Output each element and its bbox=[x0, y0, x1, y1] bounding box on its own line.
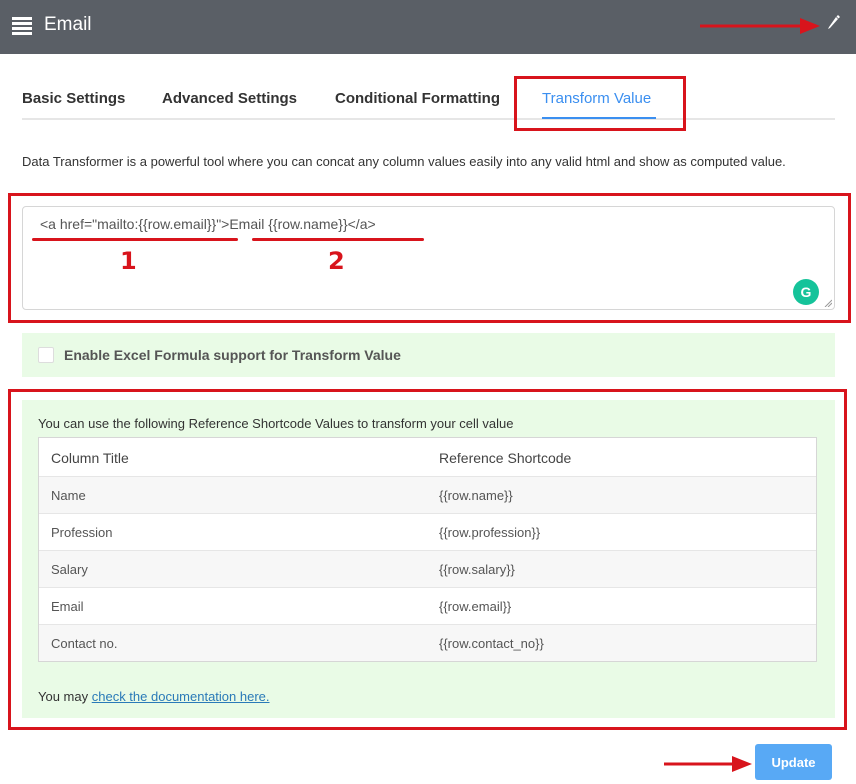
shortcode-cell: {{row.name}} bbox=[439, 488, 513, 503]
excel-formula-option: Enable Excel Formula support for Transfo… bbox=[22, 333, 835, 377]
table-row: Name {{row.name}} bbox=[39, 476, 816, 513]
column-title-cell: Contact no. bbox=[51, 636, 118, 651]
active-tab-indicator bbox=[542, 117, 656, 119]
transform-value-textarea[interactable]: <a href="mailto:{{row.email}}">Email {{r… bbox=[22, 206, 835, 310]
settings-tabs: Basic Settings Advanced Settings Conditi… bbox=[22, 74, 835, 120]
column-title-cell: Email bbox=[51, 599, 84, 614]
annotation-underline-2 bbox=[252, 238, 424, 241]
shortcode-cell: {{row.salary}} bbox=[439, 562, 515, 577]
tab-basic-settings[interactable]: Basic Settings bbox=[22, 90, 125, 107]
column-title-cell: Profession bbox=[51, 525, 113, 540]
tab-transform-value[interactable]: Transform Value bbox=[542, 90, 651, 107]
shortcode-intro: You can use the following Reference Shor… bbox=[38, 416, 514, 431]
transform-value-text[interactable]: <a href="mailto:{{row.email}}">Email {{r… bbox=[40, 216, 376, 232]
annotation-arrow-icon bbox=[664, 756, 752, 772]
resize-handle-icon[interactable] bbox=[824, 299, 832, 307]
column-header-shortcode: Reference Shortcode bbox=[439, 450, 572, 466]
documentation-note: You may check the documentation here. bbox=[38, 689, 270, 704]
annotation-underline-1 bbox=[32, 238, 238, 241]
annotation-number-1: 1 bbox=[120, 247, 137, 275]
shortcode-cell: {{row.contact_no}} bbox=[439, 636, 544, 651]
table-row: Email {{row.email}} bbox=[39, 587, 816, 624]
table-row: Profession {{row.profession}} bbox=[39, 513, 816, 550]
annotation-number-2: 2 bbox=[328, 247, 345, 275]
page-title: Email bbox=[44, 14, 92, 35]
tab-conditional-formatting[interactable]: Conditional Formatting bbox=[335, 90, 500, 107]
shortcode-reference-panel: You can use the following Reference Shor… bbox=[22, 400, 835, 718]
tab-advanced-settings[interactable]: Advanced Settings bbox=[162, 90, 297, 107]
table-header-row: Column Title Reference Shortcode bbox=[39, 438, 816, 476]
shortcode-cell: {{row.profession}} bbox=[439, 525, 541, 540]
documentation-link[interactable]: check the documentation here. bbox=[92, 689, 270, 704]
table-row: Salary {{row.salary}} bbox=[39, 550, 816, 587]
column-header-title: Column Title bbox=[51, 450, 129, 466]
menu-icon[interactable] bbox=[12, 17, 32, 35]
excel-formula-checkbox[interactable] bbox=[38, 347, 54, 363]
grammarly-icon[interactable]: G bbox=[793, 279, 819, 305]
shortcode-cell: {{row.email}} bbox=[439, 599, 512, 614]
shortcode-table: Column Title Reference Shortcode Name {{… bbox=[38, 437, 817, 662]
column-title-cell: Name bbox=[51, 488, 86, 503]
transformer-description: Data Transformer is a powerful tool wher… bbox=[22, 154, 786, 169]
column-title-cell: Salary bbox=[51, 562, 88, 577]
table-row: Contact no. {{row.contact_no}} bbox=[39, 624, 816, 661]
excel-formula-label[interactable]: Enable Excel Formula support for Transfo… bbox=[64, 347, 401, 363]
documentation-prefix: You may bbox=[38, 689, 89, 704]
annotation-arrow-icon bbox=[700, 18, 820, 34]
pencil-icon[interactable] bbox=[826, 14, 840, 30]
update-button[interactable]: Update bbox=[755, 744, 832, 780]
